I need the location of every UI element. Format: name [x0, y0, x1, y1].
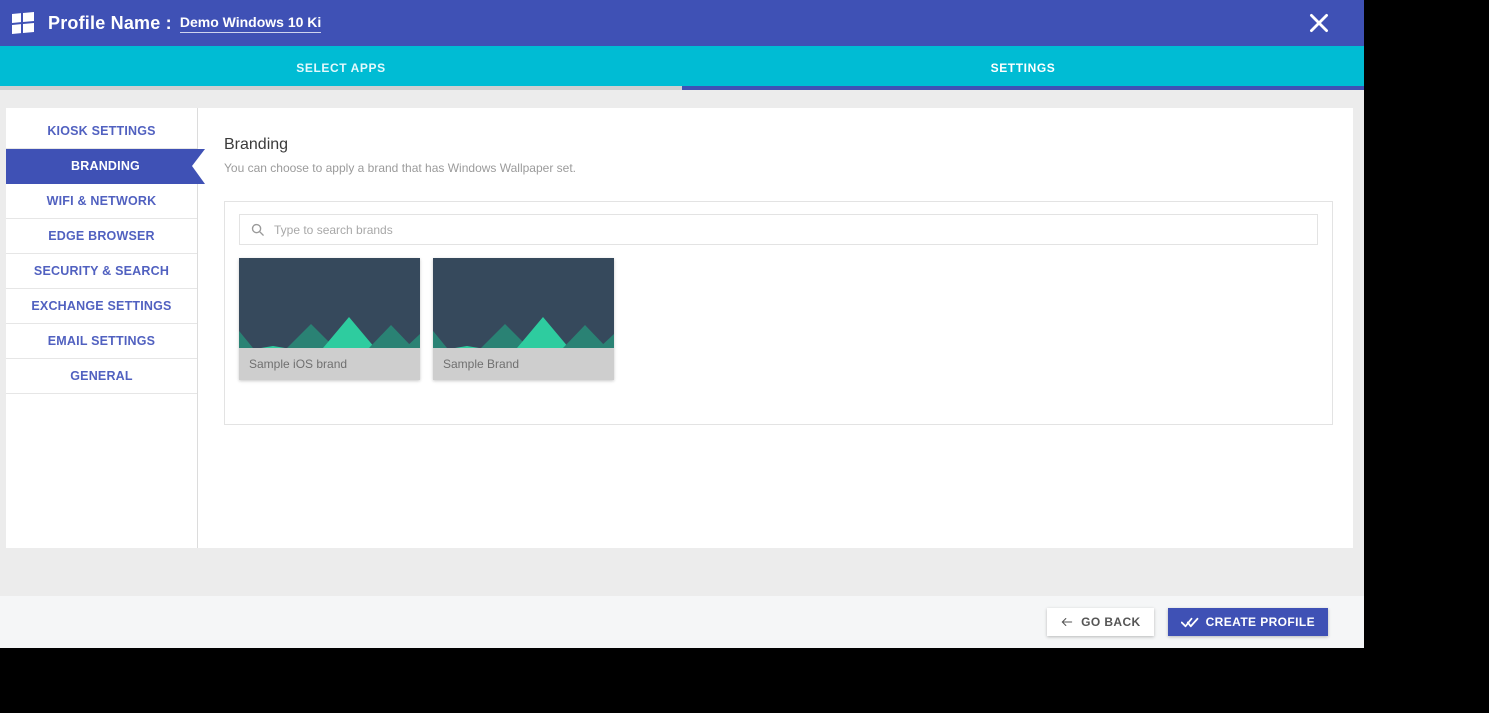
go-back-label: GO BACK	[1081, 615, 1140, 629]
sidebar-item-label: KIOSK SETTINGS	[47, 124, 155, 138]
search-icon	[250, 222, 265, 237]
tab-bar: SELECT APPS SETTINGS	[0, 46, 1364, 90]
double-check-icon	[1181, 616, 1199, 629]
tab-settings[interactable]: SETTINGS	[682, 46, 1364, 90]
brand-name-label: Sample iOS brand	[239, 348, 420, 380]
page-title: Profile Name :	[48, 13, 172, 34]
brand-search-row[interactable]	[239, 214, 1318, 245]
arrow-left-icon	[1060, 615, 1074, 629]
tab-settings-label: SETTINGS	[991, 61, 1056, 75]
windows-logo-icon	[12, 12, 34, 34]
sidebar-item-label: EMAIL SETTINGS	[48, 334, 155, 348]
section-subtitle: You can choose to apply a brand that has…	[224, 161, 1333, 175]
body-region: KIOSK SETTINGS BRANDING WIFI & NETWORK E…	[0, 90, 1364, 596]
brand-thumbnail	[239, 258, 420, 348]
sidebar-item-label: EDGE BROWSER	[48, 229, 155, 243]
brand-search-input[interactable]	[274, 223, 1307, 237]
sidebar-item-exchange-settings[interactable]: EXCHANGE SETTINGS	[6, 289, 197, 324]
create-profile-button[interactable]: CREATE PROFILE	[1168, 608, 1328, 636]
footer-bar: GO BACK CREATE PROFILE	[0, 596, 1364, 648]
content-card: KIOSK SETTINGS BRANDING WIFI & NETWORK E…	[6, 108, 1353, 548]
profile-editor-window: Profile Name : Demo Windows 10 Ki SELECT…	[0, 0, 1364, 648]
tab-select-apps-label: SELECT APPS	[296, 61, 386, 75]
close-icon[interactable]	[1306, 10, 1332, 36]
brand-name-label: Sample Brand	[433, 348, 614, 380]
sidebar-item-branding[interactable]: BRANDING	[6, 149, 205, 184]
sidebar-item-label: GENERAL	[70, 369, 133, 383]
sidebar-item-email-settings[interactable]: EMAIL SETTINGS	[6, 324, 197, 359]
sidebar-item-label: EXCHANGE SETTINGS	[31, 299, 171, 313]
tab-select-apps[interactable]: SELECT APPS	[0, 46, 682, 90]
mountain-illustration-icon	[433, 302, 614, 348]
go-back-button[interactable]: GO BACK	[1047, 608, 1153, 636]
brand-thumbnail	[433, 258, 614, 348]
brand-picker: Sample iOS brand	[224, 201, 1333, 425]
mountain-illustration-icon	[239, 302, 420, 348]
sidebar-item-wifi-network[interactable]: WIFI & NETWORK	[6, 184, 197, 219]
sidebar-item-label: BRANDING	[71, 159, 140, 173]
sidebar-item-edge-browser[interactable]: EDGE BROWSER	[6, 219, 197, 254]
branding-panel: Branding You can choose to apply a brand…	[198, 108, 1355, 548]
sidebar-item-general[interactable]: GENERAL	[6, 359, 197, 394]
sidebar-item-label: SECURITY & SEARCH	[34, 264, 169, 278]
sidebar-item-kiosk-settings[interactable]: KIOSK SETTINGS	[6, 114, 197, 149]
profile-name-value[interactable]: Demo Windows 10 Ki	[180, 14, 321, 33]
brand-card[interactable]: Sample Brand	[433, 258, 614, 380]
brand-list: Sample iOS brand	[239, 258, 1318, 380]
brand-card[interactable]: Sample iOS brand	[239, 258, 420, 380]
sidebar-item-security-search[interactable]: SECURITY & SEARCH	[6, 254, 197, 289]
settings-sidebar: KIOSK SETTINGS BRANDING WIFI & NETWORK E…	[6, 108, 198, 548]
section-title: Branding	[224, 136, 1333, 154]
sidebar-item-label: WIFI & NETWORK	[47, 194, 157, 208]
create-profile-label: CREATE PROFILE	[1206, 615, 1315, 629]
title-bar: Profile Name : Demo Windows 10 Ki	[0, 0, 1364, 46]
